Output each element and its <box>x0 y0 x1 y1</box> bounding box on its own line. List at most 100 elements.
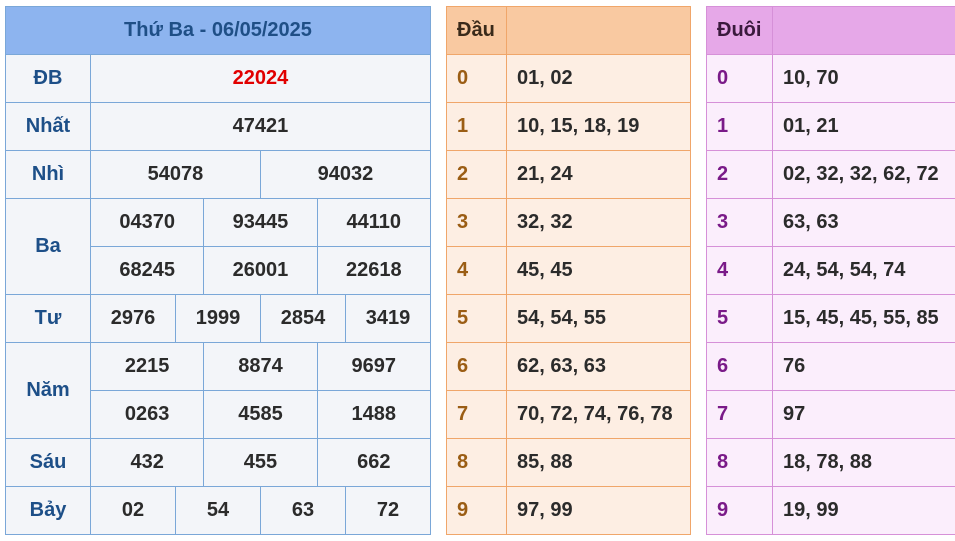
duoi-row: 0 10, 70 <box>706 54 955 103</box>
dau-digit: 3 <box>446 198 507 247</box>
duoi-table: Đuôi 0 10, 70 1 01, 21 2 02, 32, 32, 62, 72 3 6… <box>706 6 955 535</box>
prize-number: 22618 <box>316 246 431 295</box>
duoi-values: 97 <box>772 390 955 439</box>
dau-row: 0 01, 02 <box>446 54 691 103</box>
prize-row-nhat: Nhất 47421 <box>5 102 431 151</box>
prize-row-tu: Tư 2976 1999 2854 3419 <box>5 294 431 343</box>
duoi-values: 02, 32, 32, 62, 72 <box>772 150 955 199</box>
duoi-row: 9 19, 99 <box>706 486 955 535</box>
dau-row: 3 32, 32 <box>446 198 691 247</box>
prize-row-nhi: Nhì 54078 94032 <box>5 150 431 199</box>
duoi-digit: 6 <box>706 342 773 391</box>
dau-digit: 5 <box>446 294 507 343</box>
dau-row: 1 10, 15, 18, 19 <box>446 102 691 151</box>
duoi-values: 15, 45, 45, 55, 85 <box>772 294 955 343</box>
duoi-digit: 0 <box>706 54 773 103</box>
prize-row-ba: Ba 04370 93445 44110 <box>5 198 431 295</box>
duoi-digit: 7 <box>706 390 773 439</box>
dau-values: 70, 72, 74, 76, 78 <box>506 390 691 439</box>
prize-number: 26001 <box>203 246 318 295</box>
prize-number: 54 <box>174 486 261 535</box>
dau-row: 6 62, 63, 63 <box>446 342 691 391</box>
result-date-title: Thứ Ba - 06/05/2025 <box>5 6 431 55</box>
dau-values: 21, 24 <box>506 150 691 199</box>
prize-number: 455 <box>203 438 318 487</box>
prize-number: 2215 <box>89 342 205 391</box>
prize-number: 47421 <box>90 102 431 151</box>
dau-values: 32, 32 <box>506 198 691 247</box>
prize-number: 9697 <box>316 342 431 391</box>
dau-digit: 6 <box>446 342 507 391</box>
duoi-values: 76 <box>772 342 955 391</box>
prize-number: 1999 <box>174 294 261 343</box>
prize-number: 68245 <box>89 246 205 295</box>
dau-values: 10, 15, 18, 19 <box>506 102 691 151</box>
dau-row: 5 54, 54, 55 <box>446 294 691 343</box>
prize-number: 432 <box>89 438 205 487</box>
dau-digit: 4 <box>446 246 507 295</box>
duoi-values: 01, 21 <box>772 102 955 151</box>
duoi-row: 1 01, 21 <box>706 102 955 151</box>
duoi-row: 5 15, 45, 45, 55, 85 <box>706 294 955 343</box>
dau-values: 45, 45 <box>506 246 691 295</box>
dau-digit: 8 <box>446 438 507 487</box>
dau-values: 97, 99 <box>506 486 691 535</box>
prize-label-sau: Sáu <box>5 438 91 487</box>
prize-row-bay: Bảy 02 54 63 72 <box>5 486 431 535</box>
dau-values: 85, 88 <box>506 438 691 487</box>
duoi-digit: 4 <box>706 246 773 295</box>
duoi-digit: 3 <box>706 198 773 247</box>
duoi-values: 10, 70 <box>772 54 955 103</box>
duoi-row: 6 76 <box>706 342 955 391</box>
dau-values: 62, 63, 63 <box>506 342 691 391</box>
prize-row-db: ĐB 22024 <box>5 54 431 103</box>
dau-row: 2 21, 24 <box>446 150 691 199</box>
dau-table: Đầu 0 01, 02 1 10, 15, 18, 19 2 21, 24 3 32, 32… <box>446 6 691 535</box>
prize-number: 04370 <box>89 198 205 247</box>
prize-number: 93445 <box>203 198 318 247</box>
dau-digit: 2 <box>446 150 507 199</box>
duoi-digit: 5 <box>706 294 773 343</box>
prize-number: 2854 <box>259 294 346 343</box>
dau-digit: 9 <box>446 486 507 535</box>
prize-label-tu: Tư <box>5 294 91 343</box>
duoi-digit: 9 <box>706 486 773 535</box>
duoi-header-blank <box>772 6 955 55</box>
dau-header: Đầu <box>446 6 507 55</box>
prize-number: 44110 <box>316 198 431 247</box>
prize-row-sau: Sáu 432 455 662 <box>5 438 431 487</box>
lottery-result-table: Thứ Ba - 06/05/2025 ĐB 22024 Nhất 47421 … <box>5 6 431 535</box>
prize-label-ba: Ba <box>5 198 91 295</box>
prize-number: 72 <box>344 486 431 535</box>
dau-row: 7 70, 72, 74, 76, 78 <box>446 390 691 439</box>
prize-label-bay: Bảy <box>5 486 91 535</box>
duoi-header: Đuôi <box>706 6 773 55</box>
dau-row: 8 85, 88 <box>446 438 691 487</box>
dau-row: 4 45, 45 <box>446 246 691 295</box>
duoi-values: 18, 78, 88 <box>772 438 955 487</box>
prize-label-db: ĐB <box>5 54 91 103</box>
prize-number: 94032 <box>259 150 431 199</box>
dau-digit: 1 <box>446 102 507 151</box>
duoi-row: 3 63, 63 <box>706 198 955 247</box>
duoi-values: 63, 63 <box>772 198 955 247</box>
prize-label-nhat: Nhất <box>5 102 91 151</box>
prize-number: 54078 <box>90 150 261 199</box>
prize-number: 1488 <box>316 390 431 439</box>
prize-label-nhi: Nhì <box>5 150 91 199</box>
prize-number: 63 <box>259 486 346 535</box>
prize-number: 2976 <box>90 294 176 343</box>
duoi-row: 2 02, 32, 32, 62, 72 <box>706 150 955 199</box>
prize-number: 4585 <box>203 390 318 439</box>
duoi-values: 24, 54, 54, 74 <box>772 246 955 295</box>
duoi-row: 8 18, 78, 88 <box>706 438 955 487</box>
duoi-row: 4 24, 54, 54, 74 <box>706 246 955 295</box>
duoi-digit: 8 <box>706 438 773 487</box>
dau-digit: 0 <box>446 54 507 103</box>
prize-number: 8874 <box>203 342 318 391</box>
duoi-values: 19, 99 <box>772 486 955 535</box>
prize-number: 662 <box>316 438 431 487</box>
dau-header-blank <box>506 6 691 55</box>
prize-number: 3419 <box>344 294 431 343</box>
dau-values: 54, 54, 55 <box>506 294 691 343</box>
